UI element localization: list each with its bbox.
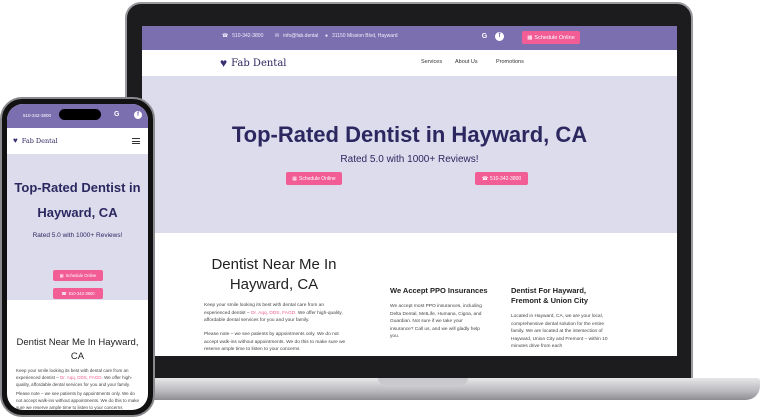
tooth-icon: ♥ xyxy=(220,56,228,70)
phone-content-heading-line2: CA xyxy=(70,351,85,362)
phone-appointment-note: Please note – we see patients by appoint… xyxy=(16,391,139,410)
nav-services[interactable]: Services xyxy=(421,59,442,65)
main-nav: ♥ Fab Dental Services About Us Promotion… xyxy=(142,50,677,76)
google-icon[interactable]: G xyxy=(114,111,119,118)
content-heading: Dentist Near Me In Hayward, CA xyxy=(211,256,337,293)
facebook-icon[interactable]: f xyxy=(134,111,142,119)
google-icon[interactable]: G xyxy=(480,32,489,41)
phone-schedule-button[interactable]: ▦ Schedule Online xyxy=(53,270,103,281)
appointment-note: Please note – we see patients by appoint… xyxy=(204,332,346,353)
phone-icon: ☎ xyxy=(481,175,489,182)
location-pin-icon: ● xyxy=(325,33,329,39)
phone-screen: 510-342-3800 G f ♥ Fab Dental Top-Rated … xyxy=(7,104,148,410)
hero-subtitle: Rated 5.0 with 1000+ Reviews! xyxy=(340,154,479,165)
area-text: Located in Hayward, CA, we are your loca… xyxy=(511,314,608,350)
calendar-icon: ▦ xyxy=(59,273,64,278)
phone-icon: ☎ xyxy=(222,33,229,39)
doctor-link[interactable]: Dr. Aqq, DDS, FAGD. xyxy=(60,375,103,380)
top-bar: ☎ 510-342-3800 ✉ info@fab.dental ● 31150… xyxy=(142,26,677,50)
phone-content-heading-line1: Dentist Near Me In Hayward, xyxy=(16,337,139,348)
ppo-text: We accept most PPO insurances, including… xyxy=(390,304,482,340)
content-section: Dentist Near Me In Hayward, CA Keep your… xyxy=(142,233,677,356)
mail-icon: ✉ xyxy=(275,33,280,39)
nav-about-us[interactable]: About Us xyxy=(455,59,478,65)
top-email[interactable]: ✉ info@fab.dental xyxy=(275,33,318,39)
phone-nav: ♥ Fab Dental xyxy=(7,128,148,154)
top-phone[interactable]: ☎ 510-342-3800 xyxy=(222,33,263,39)
hero-phone-button[interactable]: ☎ 510-342-3800 xyxy=(475,172,528,185)
tooth-icon: ♥ xyxy=(13,136,18,145)
calendar-icon: ▦ xyxy=(527,34,533,41)
calendar-icon: ▦ xyxy=(292,175,298,182)
phone-intro-paragraph: Keep your smile looking its best with de… xyxy=(16,368,133,387)
phone-hero-title-line2: Hayward, CA xyxy=(37,205,118,220)
hero-title: Top-Rated Dentist in Hayward, CA xyxy=(231,122,588,147)
hero-section: Top-Rated Dentist in Hayward, CA Rated 5… xyxy=(142,76,677,233)
hero-schedule-button[interactable]: ▦ Schedule Online xyxy=(286,172,342,185)
facebook-icon[interactable]: f xyxy=(495,32,504,41)
hamburger-menu-icon[interactable] xyxy=(132,138,140,144)
phone-icon: ☎ xyxy=(61,291,67,296)
area-heading: Dentist For Hayward, Fremont & Union Cit… xyxy=(511,286,589,305)
phone-top-phone[interactable]: 510-342-3800 xyxy=(23,113,51,118)
dynamic-island xyxy=(59,109,101,120)
logo[interactable]: ♥ Fab Dental xyxy=(13,136,58,145)
top-address[interactable]: ● 31150 Mission Blvd, Hayward xyxy=(325,33,398,39)
laptop-notch xyxy=(378,378,468,385)
schedule-online-top-button[interactable]: ▦ Schedule Online xyxy=(522,31,580,44)
logo[interactable]: ♥ Fab Dental xyxy=(220,56,286,70)
doctor-link[interactable]: Dr. Aqq, DDS, FAGD. xyxy=(251,311,297,316)
ppo-heading: We Accept PPO Insurances xyxy=(390,286,488,295)
phone-call-button[interactable]: ☎ 510-342-3800 xyxy=(53,288,103,299)
intro-paragraph: Keep your smile looking its best with de… xyxy=(204,303,343,324)
phone-content-section: Dentist Near Me In Hayward, CA Keep your… xyxy=(7,300,148,410)
phone-hero-title-line1: Top-Rated Dentist in xyxy=(14,180,141,195)
phone-hero-subtitle: Rated 5.0 with 1000+ Reviews! xyxy=(32,232,123,239)
laptop-screen: ☎ 510-342-3800 ✉ info@fab.dental ● 31150… xyxy=(142,26,677,356)
phone-hero-section: Top-Rated Dentist in Hayward, CA Rated 5… xyxy=(7,154,148,300)
nav-promotions[interactable]: Promotions xyxy=(496,59,524,65)
